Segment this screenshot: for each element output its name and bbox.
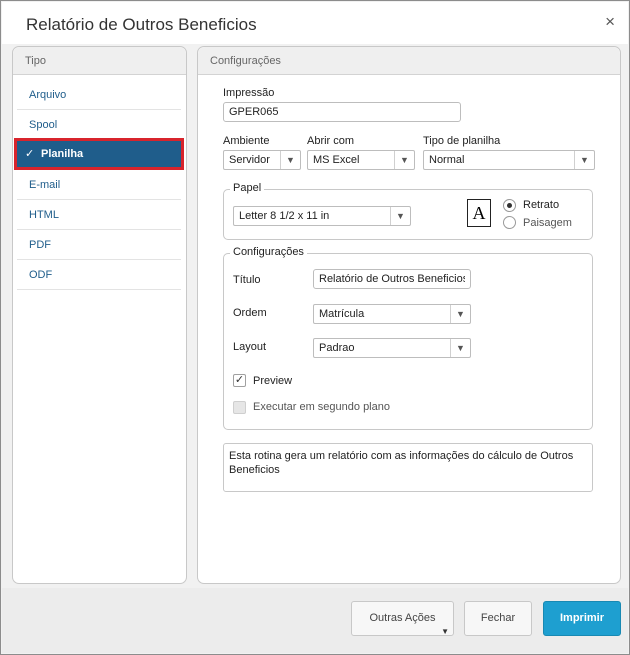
- fechar-label: Fechar: [480, 612, 516, 624]
- description-box: Esta rotina gera um relatório com as inf…: [223, 443, 593, 492]
- chevron-down-icon: ▼: [450, 305, 470, 323]
- footer-bar: [2, 588, 628, 653]
- close-icon[interactable]: ×: [605, 12, 615, 32]
- fechar-button[interactable]: Fechar: [464, 601, 532, 636]
- type-item-pdf[interactable]: PDF: [17, 230, 181, 260]
- preview-label: Preview: [253, 375, 293, 387]
- ordem-value: Matrícula: [319, 308, 365, 320]
- paper-size-select[interactable]: Letter 8 1/2 x 11 in ▼: [233, 206, 411, 226]
- paper-size-value: Letter 8 1/2 x 11 in: [239, 210, 330, 222]
- type-item-email[interactable]: E-mail: [17, 170, 181, 200]
- background-checkbox[interactable]: [233, 401, 246, 414]
- imprimir-button[interactable]: Imprimir: [543, 601, 621, 636]
- settings-panel-header: Configurações: [198, 47, 620, 75]
- radio-retrato[interactable]: [503, 199, 516, 212]
- abrir-com-select[interactable]: MS Excel ▼: [307, 150, 415, 170]
- type-panel-header: Tipo: [13, 47, 186, 75]
- type-item-label: HTML: [29, 209, 59, 221]
- impressao-label: Impressão: [223, 87, 275, 99]
- title-bar: Relatório de Outros Beneficios ×: [2, 2, 628, 44]
- outras-acoes-button[interactable]: Outras Ações ▼: [351, 601, 454, 636]
- ambiente-value: Servidor: [229, 154, 270, 166]
- imprimir-label: Imprimir: [559, 612, 604, 624]
- paper-legend: Papel: [230, 182, 265, 194]
- config-legend: Configurações: [230, 246, 307, 258]
- ordem-select[interactable]: Matrícula ▼: [313, 304, 471, 324]
- titulo-input[interactable]: [313, 269, 471, 289]
- type-item-label: Planilha: [41, 148, 84, 160]
- type-item-label: ODF: [29, 269, 53, 281]
- check-icon: ✓: [25, 148, 35, 160]
- type-item-spool[interactable]: Spool: [17, 110, 181, 140]
- type-item-label: Arquivo: [29, 89, 67, 101]
- impressao-input[interactable]: [223, 102, 461, 122]
- ambiente-select[interactable]: Servidor ▼: [223, 150, 301, 170]
- type-item-odf[interactable]: ODF: [17, 260, 181, 290]
- chevron-down-icon: ▼: [390, 207, 410, 225]
- chevron-down-icon: ▼: [280, 151, 300, 169]
- abrir-com-value: MS Excel: [313, 154, 360, 166]
- tipo-planilha-label: Tipo de planilha: [423, 135, 501, 147]
- tipo-planilha-value: Normal: [429, 154, 465, 166]
- portrait-document-icon: A: [467, 199, 491, 227]
- layout-select[interactable]: Padrao ▼: [313, 338, 471, 358]
- background-label: Executar em segundo plano: [253, 401, 390, 413]
- chevron-down-icon: ▼: [574, 151, 594, 169]
- outras-acoes-label: Outras Ações: [369, 612, 436, 624]
- abrir-com-label: Abrir com: [307, 135, 355, 147]
- layout-value: Padrao: [319, 342, 355, 354]
- chevron-down-icon: ▼: [450, 339, 470, 357]
- paisagem-label: Paisagem: [523, 217, 572, 229]
- type-item-label: E-mail: [29, 179, 61, 191]
- type-item-planilha[interactable]: ✓ Planilha: [14, 138, 184, 170]
- radio-paisagem[interactable]: [503, 216, 516, 229]
- retrato-label: Retrato: [523, 199, 560, 211]
- chevron-down-icon: ▼: [394, 151, 414, 169]
- dialog-title: Relatório de Outros Beneficios: [26, 15, 257, 34]
- tipo-planilha-select[interactable]: Normal ▼: [423, 150, 595, 170]
- type-item-label: Spool: [29, 119, 58, 131]
- titulo-label: Título: [233, 274, 261, 286]
- ambiente-label: Ambiente: [223, 135, 270, 147]
- type-item-html[interactable]: HTML: [17, 200, 181, 230]
- type-item-arquivo[interactable]: Arquivo: [17, 80, 181, 110]
- preview-checkbox[interactable]: ✓: [233, 374, 246, 387]
- report-dialog: Relatório de Outros Beneficios × Tipo Ar…: [0, 0, 630, 655]
- type-item-label: PDF: [29, 239, 51, 251]
- layout-label: Layout: [233, 341, 267, 353]
- ordem-label: Ordem: [233, 307, 267, 319]
- caret-down-icon: ▼: [441, 627, 449, 636]
